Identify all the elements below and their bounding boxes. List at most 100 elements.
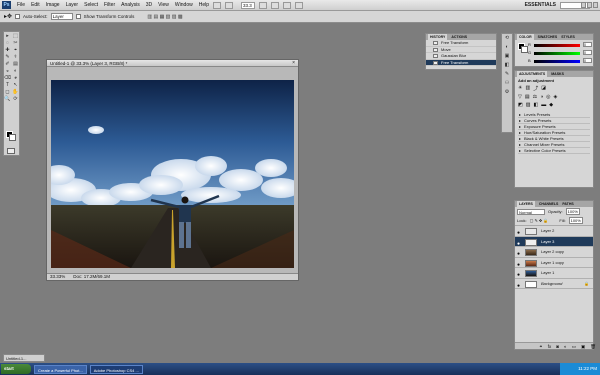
tab-masks[interactable]: MASKS: [551, 71, 564, 77]
pencil-tool-icon[interactable]: ✐: [4, 61, 12, 68]
layer-row[interactable]: ● Layer 2 copy: [515, 247, 593, 258]
brushes-panel-icon[interactable]: ✎: [502, 70, 512, 79]
color-balance-icon[interactable]: ⚖: [533, 94, 537, 100]
eraser-tool-icon[interactable]: ⌫: [4, 75, 12, 82]
menu-file[interactable]: File: [17, 2, 25, 8]
fill-field[interactable]: 100%: [568, 217, 583, 224]
hue-saturation-icon[interactable]: ▤: [525, 94, 530, 100]
menu-window[interactable]: Window: [175, 2, 193, 8]
masks-panel-icon[interactable]: ▣: [502, 52, 512, 61]
blur-tool-icon[interactable]: ◐: [12, 68, 20, 75]
status-zoom[interactable]: 33.33%: [50, 274, 65, 280]
move-tool-icon[interactable]: ▸✥: [4, 13, 12, 20]
delete-layer-icon[interactable]: 🗑: [590, 343, 596, 349]
green-value-field[interactable]: 0: [583, 50, 592, 55]
menu-help[interactable]: Help: [199, 2, 209, 8]
menu-layer[interactable]: Layer: [66, 2, 79, 8]
new-group-icon[interactable]: ▭: [572, 343, 576, 349]
layer-row[interactable]: ● Layer 1: [515, 268, 593, 279]
channel-mixer-icon[interactable]: ◈: [553, 94, 557, 100]
menu-select[interactable]: Select: [84, 2, 98, 8]
arrange-documents-button[interactable]: [283, 1, 292, 9]
vibrance-icon[interactable]: ▽: [518, 94, 522, 100]
bridge-button[interactable]: [213, 1, 222, 9]
close-button[interactable]: [593, 2, 598, 8]
start-button[interactable]: start: [1, 364, 31, 374]
path-select-tool-icon[interactable]: ↖: [12, 82, 20, 89]
menu-filter[interactable]: Filter: [104, 2, 115, 8]
rotate-view-button[interactable]: [271, 1, 280, 9]
workspace-switcher[interactable]: ESSENTIALS: [525, 2, 556, 8]
levels-icon[interactable]: ▥: [525, 85, 530, 92]
new-layer-icon[interactable]: ▣: [581, 343, 585, 349]
layer-style-icon[interactable]: fx: [548, 343, 552, 349]
maximize-button[interactable]: [587, 2, 592, 8]
align-buttons[interactable]: ▥ ▤ ▦ ▧ ▨ ▩: [147, 14, 182, 20]
invert-icon[interactable]: ◩: [518, 102, 523, 108]
tab-swatches[interactable]: SWATCHES: [538, 34, 558, 40]
minimized-document[interactable]: Untitled-1...: [3, 354, 45, 362]
layer-row-selected[interactable]: ● Layer 3: [515, 236, 593, 247]
taskbar-item-browser[interactable]: Create a Powerful Phot...: [34, 364, 87, 374]
tab-color[interactable]: COLOR: [517, 34, 534, 40]
tab-layers[interactable]: LAYERS: [517, 201, 535, 207]
tab-adjustments[interactable]: ADJUSTMENTS: [517, 71, 548, 77]
quick-mask-icon[interactable]: [7, 148, 15, 154]
screen-mode-button[interactable]: [295, 1, 304, 9]
history-panel-icon[interactable]: ⟲: [502, 34, 512, 43]
close-document-icon[interactable]: ×: [292, 60, 295, 66]
tool-presets-panel-icon[interactable]: ⚙: [502, 88, 512, 97]
type-tool-icon[interactable]: T: [4, 82, 12, 89]
canvas-image[interactable]: [51, 80, 294, 268]
blend-mode-dropdown[interactable]: Normal: [517, 208, 545, 215]
auto-select-checkbox[interactable]: [15, 14, 21, 19]
link-layers-icon[interactable]: ⚭: [539, 343, 543, 349]
gradient-tool-icon[interactable]: ◒: [4, 68, 12, 75]
tab-paths[interactable]: PATHS: [562, 201, 573, 207]
menu-view[interactable]: View: [158, 2, 169, 8]
threshold-icon[interactable]: ◧: [533, 102, 538, 108]
menu-analysis[interactable]: Analysis: [121, 2, 140, 8]
gradient-map-icon[interactable]: ▬: [541, 102, 546, 108]
blue-slider[interactable]: B0: [515, 58, 593, 64]
zoom-level-field[interactable]: 33.3: [241, 1, 256, 9]
crop-tool-icon[interactable]: ✂: [12, 40, 20, 47]
hand-tool-icon[interactable]: ✋: [12, 89, 20, 96]
posterize-icon[interactable]: ▨: [526, 102, 531, 108]
menu-image[interactable]: Image: [46, 2, 60, 8]
selective-color-icon[interactable]: ◆: [549, 102, 553, 108]
curves-icon[interactable]: ⤴: [533, 85, 538, 92]
zoom-tool-icon[interactable]: 🔍: [4, 96, 12, 103]
brush-tool-icon[interactable]: ✎: [4, 54, 12, 61]
red-value-field[interactable]: 0: [583, 42, 592, 47]
lasso-tool-icon[interactable]: ◌: [4, 40, 12, 47]
tab-styles[interactable]: STYLES: [561, 34, 575, 40]
layers-panel-icon[interactable]: ◧: [502, 61, 512, 70]
adjustments-panel-icon[interactable]: ◐: [502, 43, 512, 52]
show-transform-checkbox[interactable]: [75, 14, 81, 19]
tab-channels[interactable]: CHANNELS: [539, 201, 558, 207]
auto-select-dropdown[interactable]: Layer: [50, 13, 73, 20]
stamp-tool-icon[interactable]: ▤: [12, 61, 20, 68]
quick-select-tool-icon[interactable]: ✚: [4, 47, 12, 54]
dodge-tool-icon[interactable]: ◕: [12, 75, 20, 82]
history-item-selected[interactable]: Free Transform: [426, 59, 496, 66]
layer-row[interactable]: ● Background 🔒: [515, 279, 593, 291]
photo-filter-icon[interactable]: ◎: [546, 94, 550, 100]
shape-tool-icon[interactable]: ◻: [4, 89, 12, 96]
exposure-icon[interactable]: ◪: [541, 85, 546, 92]
taskbar-item-photoshop[interactable]: Adobe Photoshop CS4 ...: [89, 364, 143, 374]
menu-edit[interactable]: Edit: [31, 2, 40, 8]
clone-source-panel-icon[interactable]: ⚇: [502, 79, 512, 88]
lock-icons[interactable]: ▢ ✎ ✥ 🔒: [530, 218, 549, 223]
black-white-icon[interactable]: ◑: [540, 94, 543, 100]
rotate-3d-tool-icon[interactable]: ⟳: [12, 96, 20, 103]
green-slider[interactable]: G0: [515, 50, 593, 56]
layer-row[interactable]: ● Layer 1 copy: [515, 258, 593, 268]
red-slider[interactable]: R0: [515, 42, 593, 48]
move-tool-icon[interactable]: ▸: [4, 33, 12, 40]
eyedropper-tool-icon[interactable]: ⌖: [12, 47, 20, 54]
background-color-swatch[interactable]: [9, 134, 16, 141]
eye-icon[interactable]: ●: [517, 281, 520, 291]
menu-3d[interactable]: 3D: [146, 2, 152, 8]
